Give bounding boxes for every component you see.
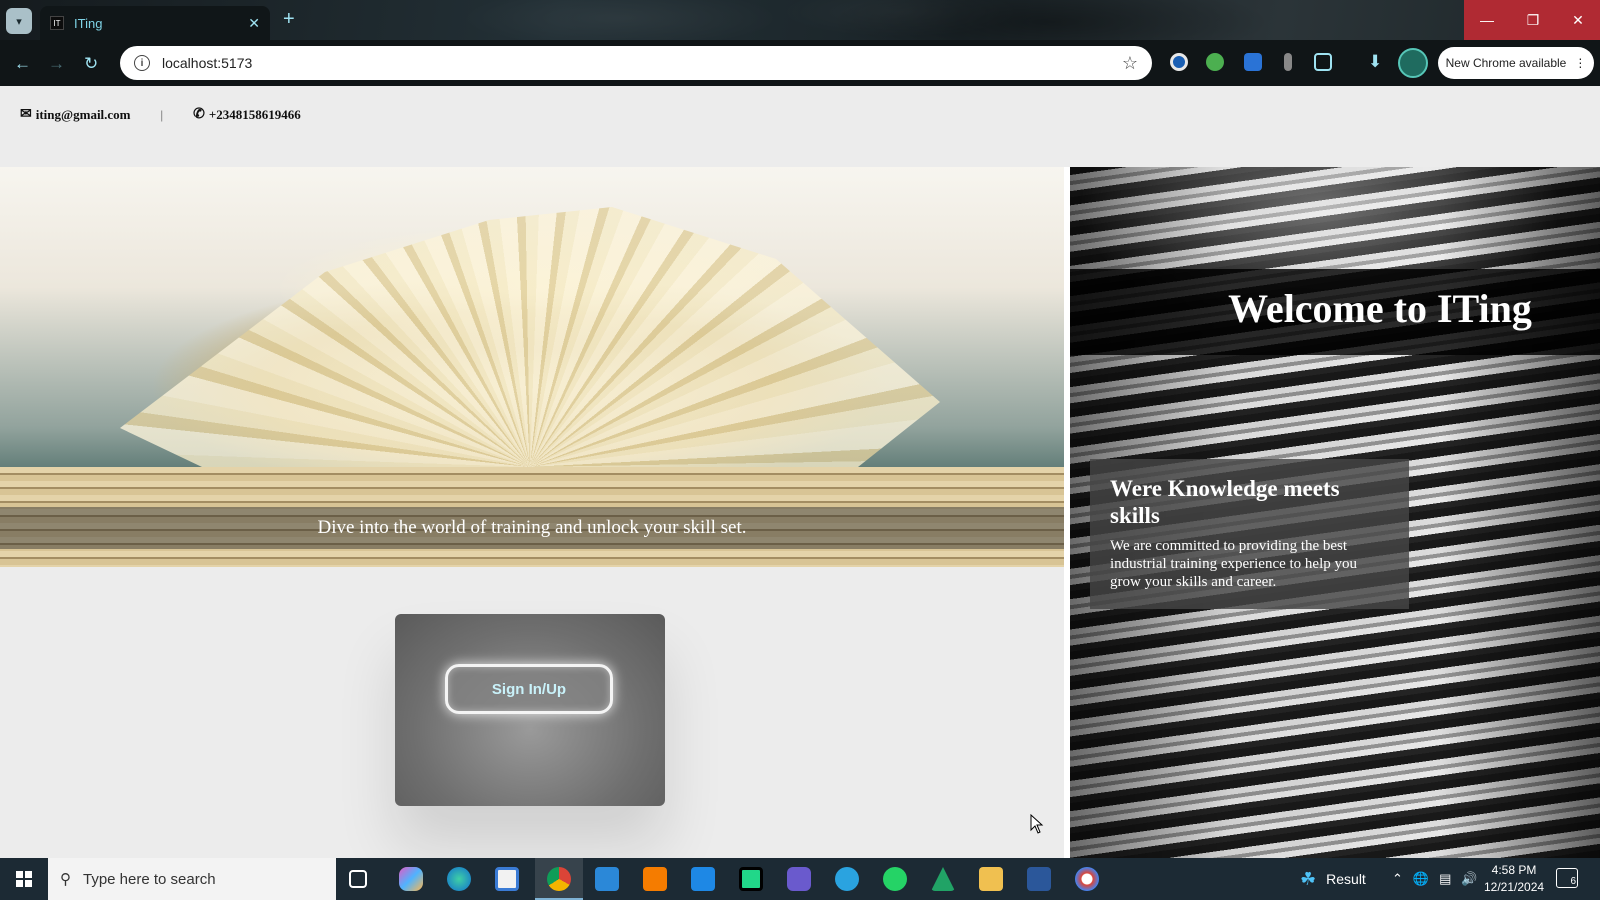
windows-logo-icon [16, 871, 32, 887]
more-menu-icon[interactable]: ⋮ [1574, 56, 1586, 70]
contact-separator: | [160, 106, 164, 122]
task-view-icon[interactable] [349, 870, 367, 888]
mail-icon[interactable] [595, 867, 619, 891]
volume-icon[interactable]: 🔊 [1461, 871, 1477, 887]
mouse-cursor-icon [1030, 814, 1044, 834]
vscode-icon[interactable] [691, 867, 715, 891]
extensions-puzzle-icon[interactable] [1314, 53, 1332, 71]
extension-blue-icon[interactable] [1244, 53, 1262, 71]
whatsapp-icon[interactable] [883, 867, 907, 891]
site-info-icon[interactable]: i [134, 55, 150, 71]
address-bar[interactable]: i localhost:5173 ☆ [120, 46, 1152, 80]
tab-favicon-icon: IT [50, 16, 64, 30]
chrome-icon[interactable] [547, 867, 571, 891]
window-close-icon[interactable]: ✕ [1556, 0, 1600, 40]
hero-caption: Dive into the world of training and unlo… [0, 507, 1064, 549]
clock-date: 12/21/2024 [1484, 880, 1545, 894]
copilot-icon[interactable] [399, 867, 423, 891]
contact-bar: ✉ iting@gmail.com | ✆ +2348158619466 [20, 106, 301, 123]
clock-time: 4:58 PM [1491, 863, 1537, 877]
chrome-update-label: New Chrome available [1445, 56, 1567, 70]
info-card: Were Knowledge meets skills We are commi… [1090, 459, 1409, 609]
right-hero-panel: Welcome to ITing Were Knowledge meets sk… [1070, 167, 1600, 858]
envelope-icon: ✉ [20, 107, 32, 122]
page-content: ✉ iting@gmail.com | ✆ +2348158619466 Div… [0, 86, 1600, 858]
store-icon[interactable] [495, 867, 519, 891]
browser-tab[interactable]: IT ITing ✕ [40, 6, 270, 40]
weather-label: Result [1326, 871, 1366, 887]
taskbar-search[interactable]: ⚲ Type here to search [48, 858, 336, 900]
extension-chrome-icon[interactable] [1170, 53, 1188, 71]
profile-avatar[interactable] [1398, 48, 1428, 78]
welcome-title: Welcome to ITing [1228, 286, 1532, 331]
window-restore-icon[interactable]: ❐ [1510, 0, 1556, 40]
browser-toolbar: ← → ↻ i localhost:5173 ☆ ⬇ New Chrome av… [0, 40, 1600, 86]
app-green-triangle-icon[interactable] [931, 867, 955, 891]
tray-chevron-icon[interactable]: ⌃ [1392, 871, 1403, 887]
word-icon[interactable] [1027, 867, 1051, 891]
weather-widget[interactable]: ☘ Result [1300, 858, 1366, 900]
tab-close-icon[interactable]: ✕ [248, 15, 260, 32]
new-tab-icon[interactable]: + [283, 8, 295, 31]
tab-title: ITing [74, 15, 103, 31]
address-url[interactable]: localhost:5173 [162, 55, 1122, 71]
search-icon: ⚲ [60, 871, 71, 888]
language-globe-icon[interactable]: 🌐 [1413, 871, 1429, 887]
back-arrow-icon[interactable]: ← [14, 54, 31, 74]
phone-icon: ✆ [193, 107, 205, 122]
chrome-update-button[interactable]: New Chrome available ⋮ [1438, 47, 1594, 79]
contact-email[interactable]: iting@gmail.com [36, 107, 131, 123]
notification-center-icon[interactable]: 6 [1556, 868, 1578, 888]
info-card-text: We are committed to providing the best i… [1110, 538, 1358, 590]
windows-taskbar: ⚲ Type here to search ☘ Result ⌃ 🌐 ▤ 🔊 4… [0, 858, 1600, 900]
telegram-icon[interactable] [835, 867, 859, 891]
edge-icon[interactable] [447, 867, 471, 891]
forward-arrow-icon[interactable]: → [48, 54, 65, 74]
chrome-canary-icon[interactable] [1075, 867, 1099, 891]
notification-count: 6 [1570, 876, 1576, 887]
app-purple-icon[interactable] [787, 867, 811, 891]
xampp-icon[interactable] [643, 867, 667, 891]
tab-search-icon[interactable]: ▾ [6, 8, 32, 34]
browser-tab-bar: ▾ IT ITing ✕ + — ❐ ✕ [0, 0, 1600, 40]
start-button[interactable] [0, 858, 48, 900]
pycharm-icon[interactable] [739, 867, 763, 891]
file-explorer-icon[interactable] [979, 867, 1003, 891]
network-icon[interactable]: ▤ [1439, 871, 1451, 887]
extension-gray-icon[interactable] [1284, 53, 1292, 71]
download-icon[interactable]: ⬇ [1368, 52, 1382, 72]
contact-phone[interactable]: +2348158619466 [209, 107, 301, 123]
hero-banner: Dive into the world of training and unlo… [0, 167, 1064, 567]
open-book-image [120, 207, 940, 467]
window-minimize-icon[interactable]: — [1464, 0, 1510, 40]
system-tray: ⌃ 🌐 ▤ 🔊 [1392, 858, 1478, 900]
system-clock[interactable]: 4:58 PM 12/21/2024 [1484, 862, 1544, 896]
info-card-title: Were Knowledge meets skills [1110, 476, 1340, 528]
bookmark-star-icon[interactable]: ☆ [1122, 53, 1138, 74]
reload-icon[interactable]: ↻ [84, 54, 98, 74]
weather-icon: ☘ [1300, 868, 1317, 889]
extension-green-icon[interactable] [1206, 53, 1224, 71]
sign-in-up-button[interactable]: Sign In/Up [445, 664, 613, 714]
taskbar-search-placeholder: Type here to search [83, 870, 216, 888]
signin-panel: Sign In/Up [395, 614, 665, 806]
